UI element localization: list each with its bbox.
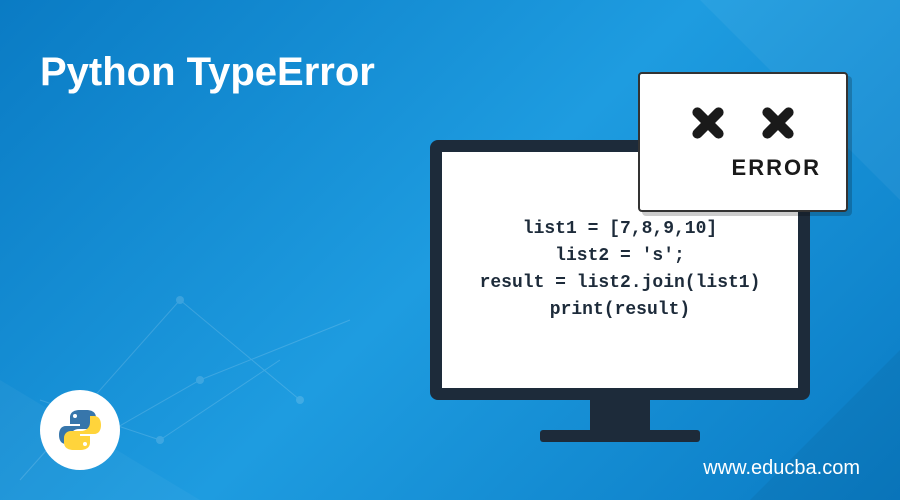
error-popup: ERROR <box>638 72 848 212</box>
code-block: list1 = [7,8,9,10] list2 = 's'; result =… <box>480 216 761 324</box>
error-x-row <box>688 103 798 143</box>
code-line-1: list1 = [7,8,9,10] <box>480 216 761 243</box>
code-line-4: print(result) <box>480 297 761 324</box>
code-line-2: list2 = 's'; <box>480 243 761 270</box>
x-icon <box>688 103 728 143</box>
page-title: Python TypeError <box>40 50 375 95</box>
monitor-screen: ERROR list1 = [7,8,9,10] list2 = 's'; re… <box>430 140 810 400</box>
python-logo-icon <box>40 390 120 470</box>
monitor-stand <box>590 400 650 430</box>
error-label: ERROR <box>655 155 831 181</box>
website-url: www.educba.com <box>703 457 860 480</box>
code-line-3: result = list2.join(list1) <box>480 270 761 297</box>
x-icon <box>758 103 798 143</box>
monitor-illustration: ERROR list1 = [7,8,9,10] list2 = 's'; re… <box>430 140 810 442</box>
monitor-base <box>540 430 700 442</box>
